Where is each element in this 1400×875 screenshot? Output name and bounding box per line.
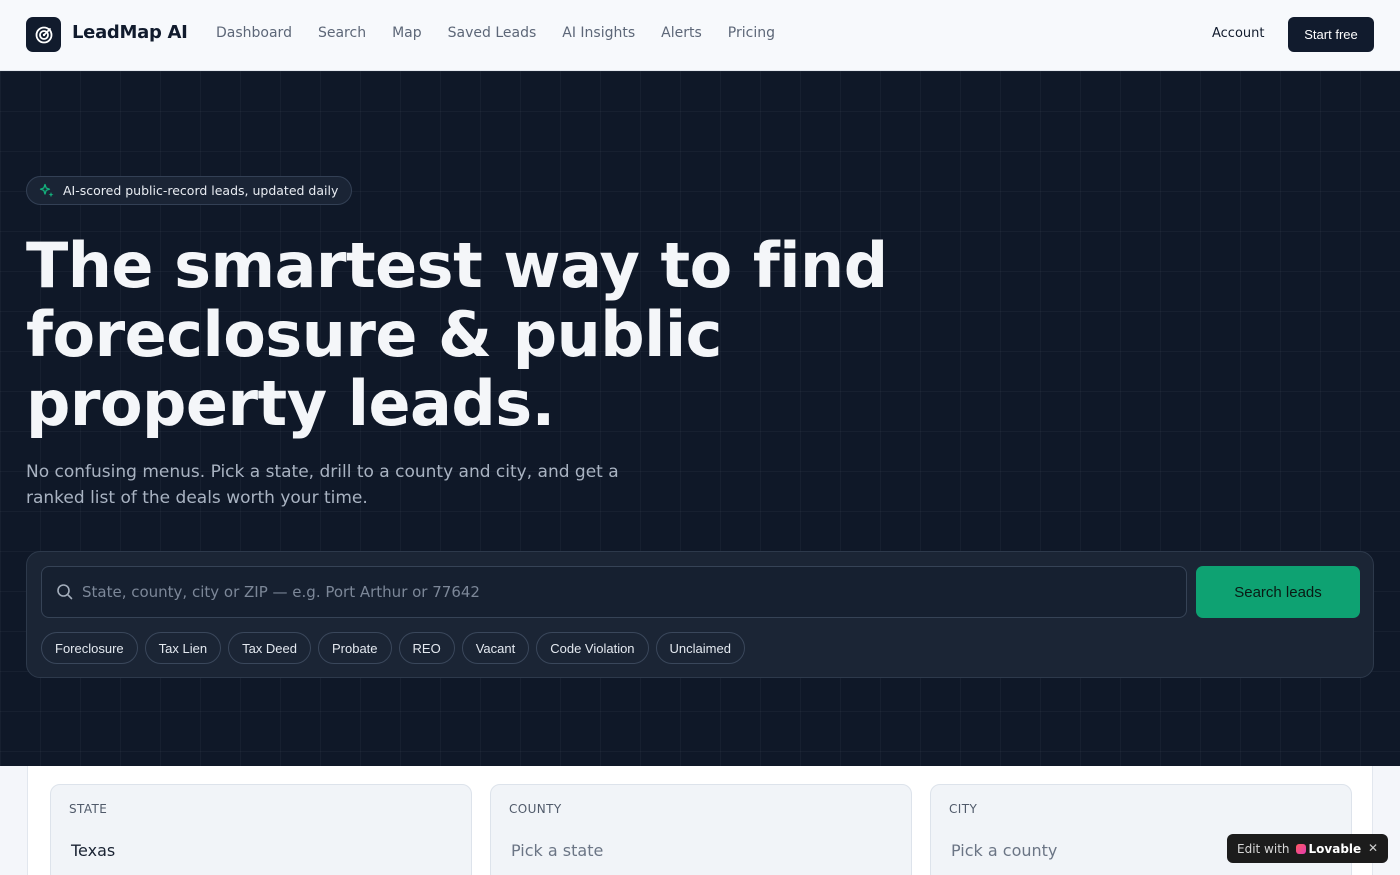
city-value: Pick a county [951,841,1058,860]
chip-vacant[interactable]: Vacant [461,632,530,664]
chip-tax-lien[interactable]: Tax Lien [144,632,222,664]
nav-link-dashboard[interactable]: Dashboard [216,25,292,41]
location-picker-card: STATE Texas COUNTY Pick a state CITY Pic… [27,766,1373,875]
lead-type-chips: Foreclosure Tax Lien Tax Deed Probate RE… [41,632,745,664]
state-value: Texas [71,841,116,860]
sparkle-icon [39,183,54,197]
badge-text: AI-scored public-record leads, updated d… [63,183,339,198]
state-select[interactable]: STATE Texas [50,784,472,875]
lovable-brand-text: Lovable [1308,841,1362,856]
start-free-button[interactable]: Start free [1288,17,1374,52]
hero-section: AI-scored public-record leads, updated d… [0,71,1400,766]
account-link[interactable]: Account [1212,26,1265,41]
lovable-prefix: Edit with [1237,841,1290,856]
hero-subtitle: No confusing menus. Pick a state, drill … [26,462,619,508]
search-icon [57,584,73,600]
search-panel: Search leads Foreclosure Tax Lien Tax De… [26,551,1374,678]
lovable-heart-icon [1295,843,1306,854]
brand-logo[interactable] [26,17,61,52]
county-value: Pick a state [511,841,604,860]
state-label: STATE [69,802,108,816]
search-leads-button[interactable]: Search leads [1196,566,1360,618]
headline-line-1: The smartest way to find [26,229,888,302]
location-picker-section: STATE Texas COUNTY Pick a state CITY Pic… [0,766,1400,875]
brand-name[interactable]: LeadMap AI [72,22,188,43]
chip-foreclosure[interactable]: Foreclosure [41,632,138,664]
county-label: COUNTY [509,802,562,816]
edit-with-lovable-badge[interactable]: Edit with Lovable ✕ [1227,834,1388,863]
nav-link-pricing[interactable]: Pricing [728,25,775,41]
close-icon[interactable]: ✕ [1368,841,1378,855]
chip-probate[interactable]: Probate [317,632,392,664]
nav-link-saved-leads[interactable]: Saved Leads [448,25,537,41]
county-select[interactable]: COUNTY Pick a state [490,784,912,875]
lovable-brand: Lovable [1295,841,1362,856]
chip-tax-deed[interactable]: Tax Deed [228,632,311,664]
hero-headline: The smartest way to find foreclosure & p… [26,231,926,438]
top-nav: LeadMap AI Dashboard Search Map Saved Le… [0,0,1400,71]
nav-link-map[interactable]: Map [392,25,422,41]
chip-code-violation[interactable]: Code Violation [536,632,649,664]
search-input[interactable] [82,567,1186,617]
hero-badge: AI-scored public-record leads, updated d… [26,176,353,205]
nav-link-search[interactable]: Search [318,25,366,41]
nav-link-alerts[interactable]: Alerts [661,25,702,41]
chip-unclaimed[interactable]: Unclaimed [655,632,745,664]
search-field[interactable] [41,566,1187,618]
headline-line-3: property leads. [26,367,555,440]
target-icon [35,26,52,43]
headline-line-2: foreclosure & public [26,298,722,371]
chip-reo[interactable]: REO [398,632,455,664]
nav-links: Dashboard Search Map Saved Leads AI Insi… [216,25,775,41]
nav-link-ai-insights[interactable]: AI Insights [562,25,635,41]
city-label: CITY [949,802,978,816]
